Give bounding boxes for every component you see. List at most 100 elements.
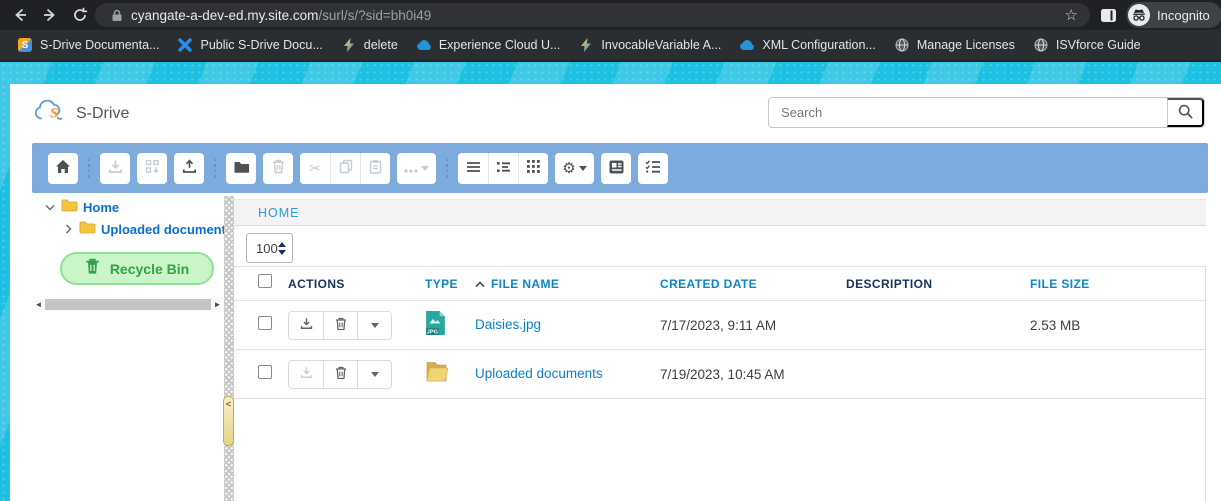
- scissors-icon: ✂: [309, 160, 321, 177]
- column-header-actions: ACTIONS: [288, 277, 425, 291]
- breadcrumb[interactable]: HOME: [258, 206, 300, 220]
- cut-button[interactable]: ✂: [300, 153, 330, 184]
- row-more-button[interactable]: [357, 361, 391, 388]
- row-checkbox[interactable]: [258, 365, 272, 379]
- bookmark-invocablevariable[interactable]: InvocableVariable A...: [569, 33, 730, 57]
- refresh-icon[interactable]: [70, 5, 90, 25]
- scrollbar-thumb[interactable]: [45, 299, 211, 310]
- toolbar-separator: [213, 159, 217, 178]
- gear-icon: ⚙: [562, 161, 575, 176]
- grid-view-button[interactable]: [518, 153, 548, 184]
- tree-horizontal-scrollbar[interactable]: ◄ ►: [32, 297, 224, 312]
- url-domain: cyangate-a-dev-ed.my.site.com: [131, 8, 318, 23]
- table-header-row: ACTIONS TYPE FILE NAME CREATED DATE DESC…: [234, 267, 1205, 301]
- forward-icon[interactable]: [40, 5, 60, 25]
- new-folder-button[interactable]: [226, 153, 256, 184]
- trash-icon: [272, 159, 285, 177]
- bookmark-star-icon[interactable]: ☆: [1065, 6, 1078, 24]
- chevron-right-icon[interactable]: [62, 224, 74, 234]
- sort-ascending-icon: [475, 277, 485, 291]
- clipboard-icon: [369, 159, 382, 177]
- back-icon[interactable]: [10, 5, 30, 25]
- upload-button[interactable]: [174, 153, 204, 184]
- detail-view-button[interactable]: [488, 153, 518, 184]
- download-icon: [300, 366, 313, 382]
- preview-pane-icon: [609, 160, 624, 177]
- panel-splitter[interactable]: <: [224, 196, 234, 501]
- splitter-collapse-handle[interactable]: <: [223, 396, 234, 446]
- sort-order-button[interactable]: [137, 153, 167, 184]
- settings-button[interactable]: ⚙: [555, 153, 594, 184]
- page-size-stepper[interactable]: 100: [246, 233, 293, 263]
- column-header-created-date[interactable]: CREATED DATE: [660, 277, 846, 291]
- copy-button[interactable]: [330, 153, 360, 184]
- breadcrumb-bar: HOME: [234, 199, 1206, 226]
- delete-button[interactable]: [263, 153, 293, 184]
- sdrive-toolbar: ✂: [32, 143, 1208, 193]
- column-header-file-size[interactable]: FILE SIZE: [1030, 277, 1205, 291]
- bookmark-isvforce-guide[interactable]: ISVforce Guide: [1024, 33, 1150, 57]
- lock-icon: [111, 9, 123, 22]
- column-header-description: DESCRIPTION: [846, 277, 1030, 291]
- lightning-icon: [578, 37, 594, 53]
- file-size-cell: 2.53 MB: [1030, 318, 1205, 333]
- tree-item-label: Home: [83, 200, 119, 215]
- bookmark-manage-licenses[interactable]: Manage Licenses: [885, 33, 1024, 57]
- globe-icon: [894, 37, 910, 53]
- url-text: cyangate-a-dev-ed.my.site.com/surl/s/?si…: [131, 8, 1065, 23]
- globe-icon: [1033, 37, 1049, 53]
- preview-pane-button[interactable]: [601, 153, 631, 184]
- list-view-button[interactable]: [458, 153, 488, 184]
- chevron-down-icon: [421, 166, 429, 171]
- scroll-right-icon[interactable]: ►: [211, 300, 224, 309]
- home-button[interactable]: [48, 153, 78, 184]
- row-download-button[interactable]: [289, 312, 323, 339]
- file-name-link[interactable]: Daisies.jpg: [475, 317, 541, 332]
- download-button[interactable]: [100, 153, 130, 184]
- search-input[interactable]: [769, 98, 1167, 127]
- incognito-icon: [1128, 4, 1150, 26]
- file-table: ACTIONS TYPE FILE NAME CREATED DATE DESC…: [234, 266, 1206, 501]
- search-button[interactable]: [1167, 98, 1204, 127]
- row-delete-button[interactable]: [323, 312, 357, 339]
- select-all-checkbox[interactable]: [258, 274, 272, 288]
- recycle-bin-button[interactable]: Recycle Bin: [60, 252, 214, 285]
- search-box: [768, 97, 1205, 128]
- tree-item-uploaded-documents[interactable]: Uploaded documents: [32, 218, 224, 240]
- upload-icon: [182, 159, 197, 177]
- side-panel-icon[interactable]: [1100, 7, 1117, 29]
- bookmark-public-sdrive-docs[interactable]: Public S-Drive Docu...: [168, 33, 331, 57]
- tree-item-home[interactable]: Home: [32, 196, 224, 218]
- stepper-up-icon[interactable]: [278, 242, 286, 247]
- recycle-bin-label: Recycle Bin: [110, 261, 189, 277]
- column-header-file-name[interactable]: FILE NAME: [475, 277, 660, 291]
- bookmark-xml-configuration[interactable]: XML Configuration...: [730, 33, 884, 57]
- brand: S S-Drive: [32, 100, 129, 128]
- cloud-icon: [739, 37, 755, 53]
- address-bar[interactable]: cyangate-a-dev-ed.my.site.com/surl/s/?si…: [95, 3, 1090, 27]
- sdrive-favicon: S: [17, 37, 33, 53]
- row-action-group: [288, 360, 392, 389]
- bookmark-sdrive-documentation[interactable]: S S-Drive Documenta...: [8, 33, 168, 57]
- column-header-type[interactable]: TYPE: [425, 277, 475, 291]
- grid-view-icon: [527, 160, 540, 176]
- stepper-down-icon[interactable]: [278, 250, 286, 255]
- chevron-down-icon[interactable]: [44, 204, 56, 211]
- row-more-button[interactable]: [357, 312, 391, 339]
- row-delete-button[interactable]: [323, 361, 357, 388]
- row-download-button[interactable]: [289, 361, 323, 388]
- bookmark-delete[interactable]: delete: [332, 33, 407, 57]
- file-name-link[interactable]: Uploaded documents: [475, 366, 603, 381]
- bookmark-experience-cloud[interactable]: Experience Cloud U...: [407, 33, 570, 57]
- page-size-value[interactable]: 100: [247, 241, 278, 256]
- scroll-left-icon[interactable]: ◄: [32, 300, 45, 309]
- paste-button[interactable]: [360, 153, 390, 184]
- tree-item-label: Uploaded documents: [101, 222, 224, 237]
- squares-arrow-icon: [145, 159, 160, 177]
- more-actions-button[interactable]: [397, 153, 436, 184]
- row-checkbox[interactable]: [258, 316, 272, 330]
- incognito-label: Incognito: [1157, 8, 1210, 23]
- multiselect-button[interactable]: [638, 153, 668, 184]
- trash-icon: [335, 366, 347, 383]
- toolbar-separator: [87, 159, 91, 178]
